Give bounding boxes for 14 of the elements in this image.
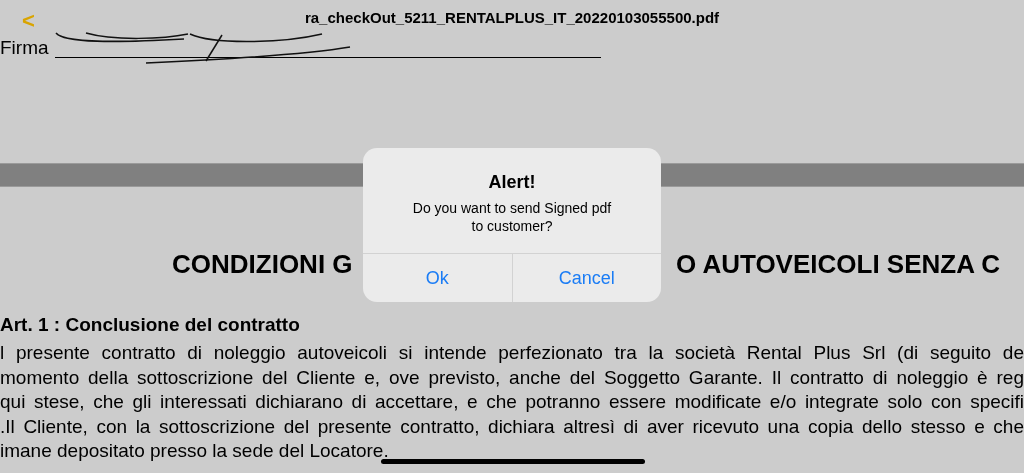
paragraph-line: momento della sottoscrizione del Cliente e, ove previsto, anche del Soggetto Garante. Il contratto di noleggio è reg [0,365,1024,390]
paragraph-line: imane depositato presso la sede del Locatore. [0,439,389,463]
signature-label: Firma [0,36,49,60]
cancel-button[interactable]: Cancel [511,254,661,302]
paragraph-line: .Il Cliente, con la sottoscrizione del presente contratto, dichiara altresì di aver ricevuto una copia dello stesso e che [0,414,1024,439]
document-title: ra_checkOut_5211_RENTALPLUS_IT_20220103055500.pdf [304,7,720,28]
alert-message: Do you want to send Signed pdf to customer? [412,199,612,235]
alert-title: Alert! [488,171,536,194]
article-title: Art. 1 : Conclusione del contratto [0,313,301,337]
heading-text: O AUTOVEICOLI SENZA C [675,247,1000,281]
paragraph-line: qui stese, che gli interessati dichiarano di accettare, e che potranno essere modificate e/o integrate solo con specifi [0,390,1024,414]
heading-text: CONDIZIONI G [172,247,353,281]
ok-button[interactable]: Ok [363,254,512,302]
paragraph-line: l presente contratto di noleggio autoveicoli si intende perfezionato tra la società Rental Plus Srl (di seguito de [0,341,1024,365]
